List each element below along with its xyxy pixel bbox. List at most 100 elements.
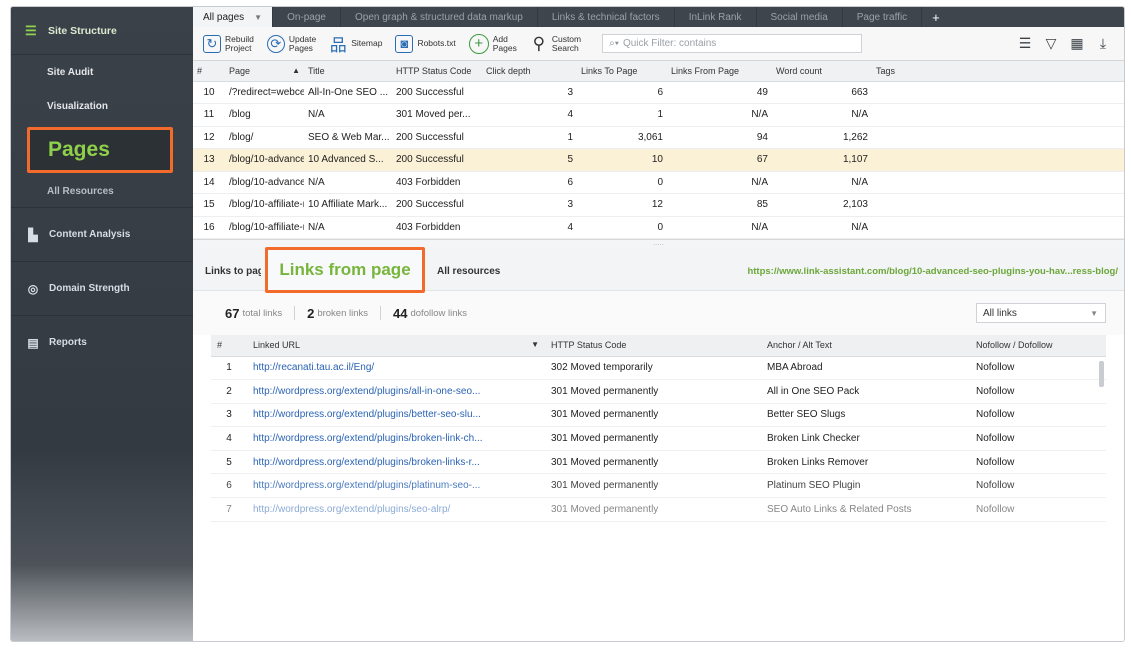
col-header-status[interactable]: HTTP Status Code: [392, 61, 482, 82]
col-header-index[interactable]: #: [211, 335, 247, 357]
cell-word-count: N/A: [772, 171, 872, 194]
subtab-links-from-page[interactable]: Links from page: [265, 247, 425, 293]
sidebar-item-site-audit[interactable]: Site Audit: [11, 55, 193, 89]
links-table-scrollbar[interactable]: [1099, 361, 1104, 387]
sidebar-item-pages[interactable]: Pages: [27, 127, 173, 173]
cell-linked-url[interactable]: http://wordpress.org/extend/plugins/brok…: [247, 450, 545, 475]
cell-anchor: MBA Abroad: [761, 356, 970, 381]
sidebar-item-all-resources[interactable]: All Resources: [11, 169, 193, 207]
download-icon[interactable]: ⤓: [1090, 35, 1116, 52]
cell-linked-url[interactable]: http://wordpress.org/extend/plugins/plat…: [247, 473, 545, 499]
table-row[interactable]: 3 http://wordpress.org/extend/plugins/bet…: [211, 403, 1106, 428]
cell-index: 4: [211, 426, 247, 451]
sidebar-section-label: Content Analysis: [49, 229, 131, 240]
sidebar-section-label: Reports: [49, 337, 87, 348]
cell-page: /blog/10-affiliate-mar: [225, 216, 304, 239]
cell-title: N/A: [304, 171, 392, 194]
sidebar-section-content-analysis[interactable]: ▙ Content Analysis: [11, 207, 193, 261]
columns-icon[interactable]: ☰: [1012, 35, 1038, 52]
sidebar-header[interactable]: ☰ Site Structure: [11, 7, 193, 55]
sidebar-section-domain-strength[interactable]: ◎ Domain Strength: [11, 261, 193, 315]
col-header-page[interactable]: Page ▲: [225, 61, 304, 82]
cell-page: /blog/10-affiliate-mar: [225, 193, 304, 217]
col-header-index[interactable]: #: [193, 61, 225, 82]
cell-linked-url[interactable]: http://wordpress.org/extend/plugins/all-…: [247, 379, 545, 404]
col-header-links-from[interactable]: Links From Page: [667, 61, 772, 82]
table-row[interactable]: 4 http://wordpress.org/extend/plugins/bro…: [211, 426, 1106, 451]
links-filter-select[interactable]: All links ▼: [976, 303, 1106, 323]
cell-page: /blog/: [225, 126, 304, 149]
col-header-click-depth[interactable]: Click depth: [482, 61, 577, 82]
rebuild-project-button[interactable]: ↻ Rebuild Project: [203, 34, 254, 53]
add-tab-button[interactable]: +: [922, 7, 950, 27]
sitemap-button[interactable]: 品 Sitemap: [329, 35, 383, 55]
selected-page-url[interactable]: https://www.link-assistant.com/blog/10-a…: [747, 266, 1118, 277]
table-row[interactable]: 5 http://wordpress.org/extend/plugins/bro…: [211, 450, 1106, 475]
search-icon: ⚲: [532, 33, 546, 53]
pane-splitter[interactable]: .....: [193, 239, 1124, 247]
cell-linked-url[interactable]: http://wordpress.org/extend/plugins/brok…: [247, 426, 545, 451]
robots-txt-button[interactable]: ◙ Robots.txt: [395, 34, 456, 53]
tab-all-pages[interactable]: All pages ▼: [193, 7, 274, 27]
table-row[interactable]: 6 http://wordpress.org/extend/plugins/pla…: [211, 473, 1106, 499]
col-header-linked-url[interactable]: Linked URL ▼: [247, 335, 545, 357]
add-pages-button[interactable]: + Add Pages: [468, 33, 517, 54]
tab-inlink-rank[interactable]: InLink Rank: [675, 7, 757, 27]
table-row[interactable]: 16/blog/10-affiliate-marN/A403 Forbidden…: [193, 216, 1124, 239]
subtab-links-to-page[interactable]: Links to page: [205, 266, 261, 277]
tab-links-technical[interactable]: Links & technical factors: [538, 7, 675, 27]
grid-icon[interactable]: ▦: [1064, 35, 1090, 52]
quick-filter-input[interactable]: ⌕▾ Quick Filter: contains: [602, 34, 863, 53]
col-header-anchor[interactable]: Anchor / Alt Text: [761, 335, 970, 357]
table-row[interactable]: 10/?redirect=webceo All-In-One SEO ... 200…: [193, 81, 1124, 104]
subtab-all-resources[interactable]: All resources: [437, 266, 500, 277]
col-header-word-count[interactable]: Word count: [772, 61, 872, 82]
table-row[interactable]: 11/blog N/A 301 Moved per... 4 1 N/A N/A: [193, 103, 1124, 127]
cell-follow: Nofollow: [970, 403, 1106, 428]
table-row[interactable]: 7 http://wordpress.org/extend/plugins/seo…: [211, 497, 1106, 522]
cell-title: N/A: [304, 216, 392, 239]
col-header-links-to[interactable]: Links To Page: [577, 61, 667, 82]
col-header-title[interactable]: Title: [304, 61, 392, 82]
table-row[interactable]: 2 http://wordpress.org/extend/plugins/all…: [211, 379, 1106, 404]
cell-tags: [872, 81, 1124, 104]
col-header-tags[interactable]: Tags: [872, 61, 1124, 82]
tab-page-traffic[interactable]: Page traffic: [843, 7, 923, 27]
cell-click-depth: 5: [482, 148, 577, 172]
cell-links-to: 10: [577, 148, 667, 172]
cell-linked-url[interactable]: http://wordpress.org/extend/plugins/bett…: [247, 403, 545, 428]
cell-linked-url[interactable]: http://wordpress.org/extend/plugins/seo-…: [247, 497, 545, 522]
cell-links-to: 6: [577, 81, 667, 104]
main-panel: All pages ▼ On-page Open graph & structur…: [193, 7, 1124, 641]
table-row[interactable]: 12/blog/SEO & Web Mar... 200 Successful 1 3…: [193, 126, 1124, 149]
sidebar-section-reports[interactable]: ▤ Reports: [11, 315, 193, 369]
col-header-follow[interactable]: Nofollow / Dofollow: [970, 335, 1106, 357]
cell-title: N/A: [304, 103, 392, 127]
table-row[interactable]: 14/blog/10-advanced-sN/A403 Forbidden60N…: [193, 171, 1124, 194]
cell-status: 302 Moved temporarily: [545, 356, 761, 381]
cell-links-to: 0: [577, 171, 667, 194]
cell-linked-url[interactable]: http://recanati.tau.ac.il/Eng/: [247, 356, 545, 381]
table-row[interactable]: 1 http://recanati.tau.ac.il/Eng/302 Moved…: [211, 356, 1106, 381]
tab-on-page[interactable]: On-page: [273, 7, 341, 27]
sidebar-item-visualization[interactable]: Visualization: [11, 89, 193, 123]
cell-click-depth: 6: [482, 171, 577, 194]
table-row[interactable]: 15/blog/10-affiliate-mar10 Affiliate Mar…: [193, 193, 1124, 217]
cell-word-count: 1,262: [772, 126, 872, 149]
tab-label: All pages: [203, 11, 245, 23]
col-label: Linked URL: [253, 340, 301, 351]
cell-links-from: 94: [667, 126, 772, 149]
cell-status: 403 Forbidden: [392, 171, 482, 194]
cell-status: 301 Moved permanently: [545, 450, 761, 475]
custom-search-button[interactable]: ⚲ Custom Search: [530, 33, 582, 53]
tab-social-media[interactable]: Social media: [757, 7, 843, 27]
update-pages-button[interactable]: ⟳ Update Pages: [266, 34, 316, 53]
table-row[interactable]: 13/blog/10-advanced-s10 Advanced S...200…: [193, 148, 1124, 172]
tab-open-graph[interactable]: Open graph & structured data markup: [341, 7, 538, 27]
cell-index: 11: [193, 103, 225, 127]
col-header-status[interactable]: HTTP Status Code: [545, 335, 761, 357]
button-label: Sitemap: [351, 38, 383, 48]
filter-icon[interactable]: ▽: [1038, 35, 1064, 52]
toolbar: ↻ Rebuild Project ⟳ Update Pages 品 Sitem…: [193, 27, 1124, 61]
cell-click-depth: 4: [482, 216, 577, 239]
